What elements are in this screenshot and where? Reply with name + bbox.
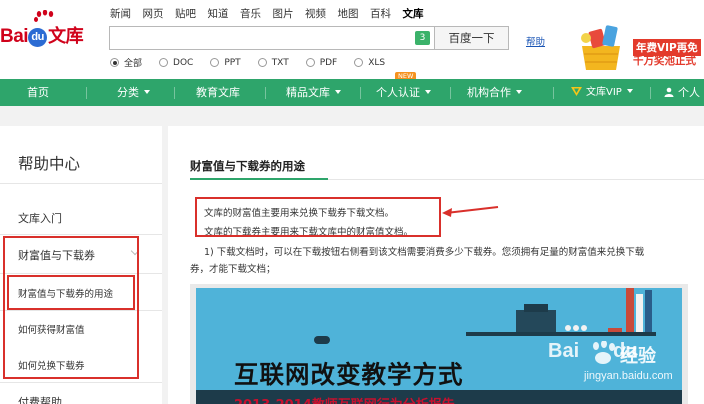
sidebar-title: 帮助中心: [18, 155, 81, 173]
mainnav-label: 个人: [678, 86, 700, 99]
caret-down-icon: [516, 90, 522, 94]
sidebar-divider: [0, 183, 162, 184]
radio-label: XLS: [368, 57, 386, 68]
logo-bai: Bai: [0, 26, 29, 47]
mainnav-item-certification[interactable]: 个人认证: [376, 79, 431, 106]
mainnav-divider: [265, 87, 266, 99]
annotation-box-content: [195, 197, 441, 237]
mainnav-label: 文库VIP: [586, 87, 622, 98]
mainnav-divider: [86, 87, 87, 99]
annotation-arrow-icon: [442, 206, 499, 217]
nav-link-wenku[interactable]: 文库: [403, 6, 424, 21]
radio-dot-icon: [257, 58, 267, 67]
logo-wenku: 文库: [48, 26, 84, 46]
nav-link-news[interactable]: 新闻: [110, 6, 131, 21]
user-icon: [664, 87, 674, 97]
vip-crown-icon: [571, 87, 582, 96]
help-link[interactable]: 帮助: [526, 34, 545, 48]
caret-down-icon: [335, 90, 341, 94]
sidebar-divider: [0, 234, 162, 235]
article-title: 财富值与下载券的用途: [190, 159, 305, 173]
banner-headline: 互联网改变教学方式: [234, 360, 464, 389]
mainnav-label: 机构合作: [467, 86, 511, 99]
gift-basket-icon: [581, 25, 620, 70]
watermark-bai-text: Bai: [548, 340, 580, 362]
caret-down-icon: [425, 90, 431, 94]
radio-dot-icon: [110, 58, 119, 67]
promo-line-2: 千万奖池正式: [633, 55, 696, 67]
file-type-filter: 全部 DOC PPT TXT PDF XLS: [110, 56, 402, 69]
title-underline: [190, 178, 328, 180]
radio-dot-icon: [354, 58, 364, 67]
banner-subheadline: 2013-2014教师互联网行为分析报告: [234, 394, 455, 404]
mainnav-label: 精品文库: [286, 86, 330, 99]
radio-label: DOC: [173, 57, 194, 68]
annotation-box-subitem: [7, 275, 135, 310]
nav-link-map[interactable]: 地图: [338, 6, 359, 21]
radio-label: PPT: [224, 57, 241, 68]
article-line-3: 1) 下载文档时，可以在下载按钮右侧看到该文档需要消费多少下载券。您须拥有足量的…: [204, 247, 645, 258]
radio-pdf[interactable]: PDF: [305, 57, 338, 68]
radio-dot-icon: [305, 58, 315, 67]
header: Bai du 文库 新闻 网页 贴吧 知道 音乐 图片 视频 地图 百科 文库 3 …: [0, 0, 704, 79]
sidebar-item-paid-help[interactable]: 付费帮助: [18, 394, 62, 404]
mainnav-item-vip[interactable]: 文库VIP: [571, 79, 633, 106]
mainnav-item-personal[interactable]: 个人: [664, 79, 700, 106]
caret-down-icon: [144, 90, 150, 94]
mainnav-divider: [450, 87, 451, 99]
radio-label: TXT: [271, 57, 289, 68]
nav-link-web[interactable]: 网页: [143, 6, 164, 21]
mainnav-item-cooperation[interactable]: 机构合作: [467, 79, 522, 106]
nav-link-zhidao[interactable]: 知道: [208, 6, 229, 21]
radio-xls[interactable]: XLS: [354, 58, 385, 68]
mainnav-item-education[interactable]: 教育文库: [196, 79, 240, 106]
watermark-jingyan: 经验: [620, 346, 656, 367]
sidebar-divider: [0, 382, 162, 383]
baidu-wenku-logo[interactable]: Bai du 文库: [0, 22, 84, 48]
nav-link-tieba[interactable]: 贴吧: [175, 6, 196, 21]
watermark-url: jingyan.baidu.com: [584, 370, 673, 382]
mainnav-divider: [360, 87, 361, 99]
page: Bai du 文库 新闻 网页 贴吧 知道 音乐 图片 视频 地图 百科 文库 3 …: [0, 0, 704, 404]
mainnav-divider: [650, 87, 651, 99]
radio-dot-icon: [210, 58, 220, 67]
radio-all[interactable]: 全部: [110, 56, 142, 69]
mainnav-label: 分类: [117, 86, 139, 99]
sidebar-item-getting-started[interactable]: 文库入门: [18, 210, 62, 226]
search-count-badge: 3: [415, 31, 430, 45]
nav-link-video[interactable]: 视频: [305, 6, 326, 21]
logo-du: du: [28, 28, 48, 47]
nav-link-images[interactable]: 图片: [273, 6, 294, 21]
mainnav-item-premium[interactable]: 精品文库: [286, 79, 341, 106]
main-nav-bar: 首页 分类 教育文库 精品文库 个人认证 机构合作 文库VIP 个人: [0, 79, 704, 106]
caret-down-icon: [626, 89, 633, 93]
article-line-4: 券，才能下载文档；: [190, 264, 276, 275]
mainnav-label: 首页: [27, 86, 49, 99]
mainnav-divider: [553, 87, 554, 99]
radio-ppt[interactable]: PPT: [210, 57, 241, 68]
radio-label: 全部: [124, 59, 143, 69]
nav-link-baike[interactable]: 百科: [370, 6, 391, 21]
radio-txt[interactable]: TXT: [257, 57, 289, 68]
mainnav-label: 教育文库: [196, 86, 240, 99]
mainnav-divider: [174, 87, 175, 99]
mainnav-item-category[interactable]: 分类: [117, 79, 150, 106]
mainnav-label: 个人认证: [376, 86, 420, 99]
mainnav-item-home[interactable]: 首页: [27, 79, 49, 106]
search-button[interactable]: 百度一下: [434, 26, 509, 50]
radio-dot-icon: [159, 58, 169, 67]
product-nav: 新闻 网页 贴吧 知道 音乐 图片 视频 地图 百科 文库: [110, 6, 435, 21]
radio-label: PDF: [319, 57, 338, 68]
search-input[interactable]: 3: [109, 26, 435, 50]
radio-doc[interactable]: DOC: [159, 58, 193, 68]
nav-link-music[interactable]: 音乐: [240, 6, 261, 21]
vip-promo-banner[interactable]: 年费VIP再免 千万奖池正式: [570, 20, 704, 74]
